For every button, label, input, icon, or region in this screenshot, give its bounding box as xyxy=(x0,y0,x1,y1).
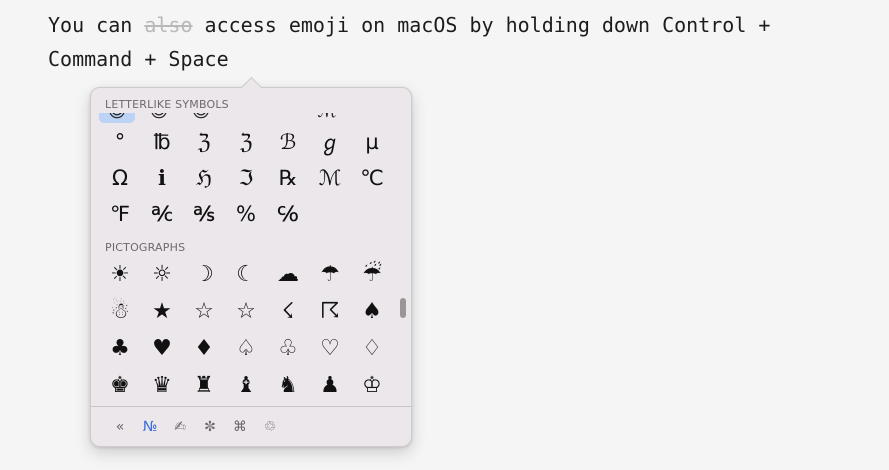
symbol-cell[interactable]: ℨ xyxy=(183,124,225,160)
symbol-cell[interactable]: ° xyxy=(99,124,141,160)
symbol-cell[interactable]: ☺ xyxy=(183,113,219,122)
symbol-cell[interactable]: ♤ xyxy=(225,331,267,367)
symbol-row: ☃ ★ ☆ ☆ ☇ ☈ ♠ xyxy=(99,293,393,330)
symbol-cell[interactable]: ♡ xyxy=(309,331,351,367)
symbol-cell[interactable]: ℅ xyxy=(267,196,309,232)
symbol-row: ♣ ♥ ♦ ♤ ♧ ♡ ♢ xyxy=(99,330,393,367)
symbol-cell[interactable]: µ xyxy=(351,124,393,160)
symbol-cell[interactable]: ℉ xyxy=(99,196,141,232)
letterlike-tab[interactable]: № xyxy=(135,413,165,441)
symbol-cell[interactable]: ♧ xyxy=(267,331,309,367)
symbol-cell[interactable]: ♣ xyxy=(99,331,141,367)
symbol-cell[interactable]: ☀ xyxy=(99,257,141,293)
symbol-cell[interactable]: ℞ xyxy=(267,160,309,196)
pictographs-tab[interactable]: ✍ xyxy=(165,413,195,441)
symbol-scroll-area[interactable]: ☺ ☺ ☺ ℳ LETTERLIKE SYMBOLS °℔ℨℨℬℊµΩℹℌℑ℞ℳ… xyxy=(91,88,411,406)
section-header-letterlike: LETTERLIKE SYMBOLS xyxy=(105,98,229,111)
symbol-cell[interactable]: ☔ xyxy=(351,257,393,293)
symbol-cell[interactable]: ☃ xyxy=(99,294,141,330)
text-line-1: You can also access emoji on macOS by ho… xyxy=(48,13,771,37)
symbol-row: ☀ ☼ ☽ ☾ ☁ ☂ ☔ xyxy=(99,256,393,293)
letterlike-grid: ° ℔ ℨ ℨ ℬℊ µ Ωℹ ℌ ℑ ℞ ℳ ℃ ℉ ℀ ℁% ℅ xyxy=(99,124,393,232)
symbol-cell[interactable]: ☈ xyxy=(309,294,351,330)
symbol-cell[interactable]: ℳ xyxy=(309,160,351,196)
symbol-cell[interactable]: ℳ xyxy=(309,113,345,122)
symbol-cell[interactable]: ♝ xyxy=(225,368,267,404)
symbol-row: ℉ ℀ ℁% ℅ xyxy=(99,196,393,232)
category-tab-bar: «№ ✍ ✼ ⌘ ♲ xyxy=(105,412,285,442)
symbol-cell[interactable]: ☺ xyxy=(99,113,135,122)
symbol-row: ° ℔ ℨ ℨ ℬℊ µ xyxy=(99,124,393,160)
footer-divider xyxy=(91,406,411,407)
symbol-cell[interactable]: ☂ xyxy=(309,257,351,293)
symbol-cell[interactable]: ♚ xyxy=(99,368,141,404)
emoji-symbol-picker: ☺ ☺ ☺ ℳ LETTERLIKE SYMBOLS °℔ℨℨℬℊµΩℹℌℑ℞ℳ… xyxy=(90,76,412,447)
text-line-2: Command + Space xyxy=(48,47,229,71)
bullets-stars-tab[interactable]: ✼ xyxy=(195,413,225,441)
symbol-cell[interactable]: ℌ xyxy=(183,160,225,196)
symbol-cell[interactable]: ♜ xyxy=(183,368,225,404)
symbol-cell[interactable]: ♞ xyxy=(267,368,309,404)
section-header-pictographs: PICTOGRAPHS xyxy=(105,241,186,254)
symbol-cell[interactable]: ℬ xyxy=(267,124,309,160)
symbol-cell[interactable]: ℀ xyxy=(141,196,183,232)
symbol-cell[interactable]: ☇ xyxy=(267,294,309,330)
symbol-cell[interactable]: ★ xyxy=(141,294,183,330)
technical-symbols-tab[interactable]: ⌘ xyxy=(225,413,255,441)
symbol-cell[interactable]: ☺ xyxy=(141,113,177,122)
scrollbar-thumb[interactable] xyxy=(400,298,406,318)
symbol-cell[interactable]: ℑ xyxy=(225,160,267,196)
strikethrough-word: also xyxy=(144,13,193,37)
symbol-cell[interactable]: ℔ xyxy=(141,124,183,160)
symbol-cell[interactable]: ☆ xyxy=(183,294,225,330)
recent-back-tab[interactable]: « xyxy=(105,413,135,441)
symbol-cell[interactable]: ☼ xyxy=(141,257,183,293)
symbol-cell[interactable]: ℁ xyxy=(183,196,225,232)
symbol-cell[interactable]: ℃ xyxy=(351,160,393,196)
symbol-cell[interactable]: ℊ xyxy=(309,124,351,160)
symbol-cell[interactable]: ♟ xyxy=(309,368,351,404)
pictographs-grid: ☀ ☼ ☽ ☾ ☁ ☂ ☔ ☃ ★ ☆ ☆ ☇ ☈ ♠ ♣ ♥ ♦ ♤ ♧ ♡ ♢ ♚ ♛ ♜ ♝ ♞ ♟ ♔ xyxy=(99,256,393,404)
symbol-cell[interactable]: ♥ xyxy=(141,331,183,367)
symbol-cell[interactable]: ♠ xyxy=(351,294,393,330)
symbol-cell[interactable]: ♢ xyxy=(351,331,393,367)
symbol-cell[interactable]: % xyxy=(225,196,267,232)
document-text: You can also access emoji on macOS by ho… xyxy=(48,8,868,76)
signs-tab[interactable]: ♲ xyxy=(255,413,285,441)
symbol-cell[interactable]: ♛ xyxy=(141,368,183,404)
symbol-cell[interactable]: ♦ xyxy=(183,331,225,367)
symbol-cell[interactable]: ☆ xyxy=(225,294,267,330)
symbol-cell[interactable]: ℹ xyxy=(141,160,183,196)
symbol-cell[interactable]: ☾ xyxy=(225,257,267,293)
symbol-cell[interactable]: ℨ xyxy=(225,124,267,160)
symbol-row: ♚ ♛ ♜ ♝ ♞ ♟ ♔ xyxy=(99,367,393,404)
symbol-cell[interactable]: ☽ xyxy=(183,257,225,293)
symbol-cell[interactable]: Ω xyxy=(99,160,141,196)
symbol-row: Ωℹ ℌ ℑ ℞ ℳ ℃ xyxy=(99,160,393,196)
symbol-cell[interactable]: ☁ xyxy=(267,257,309,293)
symbol-cell[interactable]: ♔ xyxy=(351,368,393,404)
